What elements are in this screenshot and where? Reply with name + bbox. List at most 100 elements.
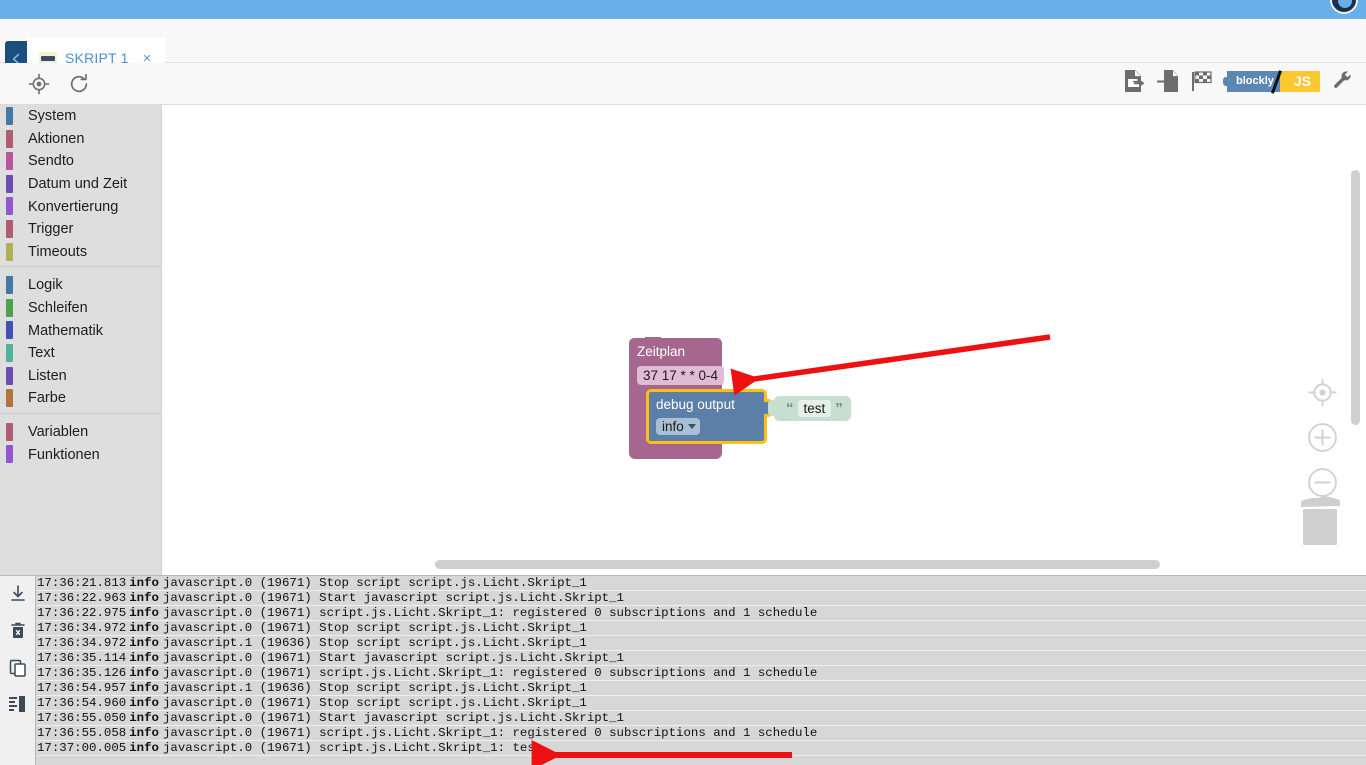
log-message: javascript.0 (19671) Stop script script.… <box>162 696 587 710</box>
toolbox-category-text[interactable]: Text <box>0 342 161 365</box>
blockly-toolbox: System Aktionen Sendto Datum und Zeit Ko… <box>0 105 162 575</box>
zoom-in-icon[interactable] <box>1307 422 1338 458</box>
block-schedule-title: Zeitplan <box>637 344 686 359</box>
log-message: javascript.0 (19671) script.js.Licht.Skr… <box>162 666 818 680</box>
block-stack: Zeitplan 37 17 * * 0-4 debug output info… <box>629 337 851 459</box>
toolbox-category-sendto[interactable]: Sendto <box>0 150 161 173</box>
script-toolbar: blockly JS <box>0 63 1366 105</box>
log-level: info <box>129 681 159 695</box>
log-level: info <box>129 666 159 680</box>
text-value-field[interactable]: test <box>797 400 832 417</box>
log-line: 17:36:55.050 info javascript.0 (19671) Sta… <box>37 711 1366 726</box>
center-workspace-icon[interactable] <box>1307 377 1338 413</box>
log-toolbar <box>0 576 36 765</box>
log-timestamp: 17:36:35.114 <box>37 651 127 665</box>
block-debug-output[interactable]: debug output info <box>646 389 773 444</box>
toolbox-category-funktionen[interactable]: Funktionen <box>0 443 161 466</box>
toolbox-group-2: Logik Schleifen Mathematik Text Listen F… <box>0 274 161 410</box>
refresh-icon[interactable] <box>68 73 90 95</box>
log-level: info <box>129 651 159 665</box>
close-quote-icon: ” <box>835 400 843 417</box>
log-output[interactable]: 17:36:21.813 info javascript.0 (19671) Sto… <box>37 576 1366 765</box>
log-level: info <box>129 711 159 725</box>
log-message: javascript.1 (19636) Stop script script.… <box>162 636 587 650</box>
severity-value: info <box>662 419 684 434</box>
log-level: info <box>129 606 159 620</box>
category-color-swatch <box>6 242 13 261</box>
category-color-swatch <box>6 174 13 193</box>
vertical-scrollbar[interactable] <box>1351 170 1360 425</box>
horizontal-scrollbar[interactable] <box>435 560 1160 569</box>
toolbox-category-farbe[interactable]: Farbe <box>0 387 161 410</box>
toolbox-category-listen[interactable]: Listen <box>0 365 161 388</box>
export-blocks-icon[interactable] <box>1123 69 1145 93</box>
log-line: 17:36:54.960 info javascript.0 (19671) Sto… <box>37 696 1366 711</box>
category-color-swatch <box>6 219 13 238</box>
blockly-workspace: System Aktionen Sendto Datum und Zeit Ko… <box>0 105 1366 575</box>
toolbox-category-variablen[interactable]: Variablen <box>0 421 161 444</box>
category-color-swatch <box>6 445 13 464</box>
import-blocks-icon[interactable] <box>1156 69 1179 93</box>
log-line: 17:36:55.058 info javascript.0 (19671) scr… <box>37 726 1366 741</box>
log-line: 17:36:34.972 info javascript.0 (19671) Sto… <box>37 621 1366 636</box>
block-text-literal[interactable]: “ test ” <box>768 396 851 421</box>
category-color-swatch <box>6 298 13 317</box>
category-color-swatch <box>6 107 13 125</box>
toolbox-category-trigger[interactable]: Trigger <box>0 218 161 241</box>
log-line: 17:37:00.005 info javascript.0 (19671) scr… <box>37 741 1366 756</box>
locate-block-icon[interactable] <box>28 73 50 95</box>
log-level: info <box>129 591 159 605</box>
copy-log-icon[interactable] <box>8 658 28 683</box>
log-message: javascript.0 (19671) script.js.Licht.Skr… <box>162 606 818 620</box>
log-timestamp: 17:36:54.960 <box>37 696 127 710</box>
user-circle-icon[interactable] <box>1330 0 1358 14</box>
category-label: Funktionen <box>28 446 100 463</box>
category-color-swatch <box>6 366 13 385</box>
toolbox-category-konvertierung[interactable]: Konvertierung <box>0 195 161 218</box>
blockly-canvas[interactable]: Zeitplan 37 17 * * 0-4 debug output info… <box>162 105 1366 575</box>
category-color-swatch <box>6 343 13 362</box>
category-label: Datum und Zeit <box>28 176 128 193</box>
toolbar-left-group <box>28 73 90 95</box>
severity-dropdown[interactable]: info <box>656 418 700 435</box>
category-color-swatch <box>6 276 13 295</box>
log-level: info <box>129 726 159 740</box>
log-line: 17:36:34.972 info javascript.1 (19636) Sto… <box>37 636 1366 651</box>
log-line: 17:36:21.813 info javascript.0 (19671) Sto… <box>37 576 1366 591</box>
log-layout-icon[interactable] <box>8 695 28 718</box>
toolbox-category-aktionen[interactable]: Aktionen <box>0 128 161 151</box>
toolbar-right-group: blockly JS <box>1123 69 1354 94</box>
category-color-swatch <box>6 152 13 171</box>
log-timestamp: 17:36:21.813 <box>37 576 127 590</box>
log-level: info <box>129 696 159 710</box>
block-debug-label: debug output <box>656 397 735 412</box>
category-color-swatch <box>6 389 13 408</box>
lang-js-label: JS <box>1279 70 1320 92</box>
category-label: Trigger <box>28 221 74 238</box>
language-toggle[interactable]: blockly JS <box>1222 69 1320 94</box>
category-color-swatch <box>6 422 13 441</box>
open-quote-icon: “ <box>786 400 794 417</box>
toolbox-category-timeouts[interactable]: Timeouts <box>0 241 161 264</box>
log-timestamp: 17:36:22.975 <box>37 606 127 620</box>
workspace-zoom-controls <box>1307 377 1338 512</box>
toolbox-category-schleifen[interactable]: Schleifen <box>0 297 161 320</box>
log-line: 17:36:22.963 info javascript.0 (19671) Sta… <box>37 591 1366 606</box>
toolbox-category-logik[interactable]: Logik <box>0 274 161 297</box>
log-timestamp: 17:37:00.005 <box>37 741 127 755</box>
log-message: javascript.0 (19671) script.js.Licht.Skr… <box>162 726 818 740</box>
checkered-flag-icon[interactable] <box>1191 70 1215 92</box>
toolbox-category-datum-und-zeit[interactable]: Datum und Zeit <box>0 173 161 196</box>
cron-field[interactable]: 37 17 * * 0-4 <box>637 366 725 385</box>
log-timestamp: 17:36:34.972 <box>37 636 127 650</box>
toolbox-category-mathematik[interactable]: Mathematik <box>0 319 161 342</box>
clear-log-icon[interactable] <box>8 621 28 646</box>
log-timestamp: 17:36:54.957 <box>37 681 127 695</box>
category-label: Aktionen <box>28 130 85 147</box>
category-label: System <box>28 108 77 125</box>
toolbox-category-system[interactable]: System <box>0 105 161 128</box>
wrench-icon[interactable] <box>1332 70 1354 92</box>
scroll-to-bottom-icon[interactable] <box>8 584 28 609</box>
log-timestamp: 17:36:34.972 <box>37 621 127 635</box>
trashcan-icon[interactable] <box>1297 495 1344 552</box>
